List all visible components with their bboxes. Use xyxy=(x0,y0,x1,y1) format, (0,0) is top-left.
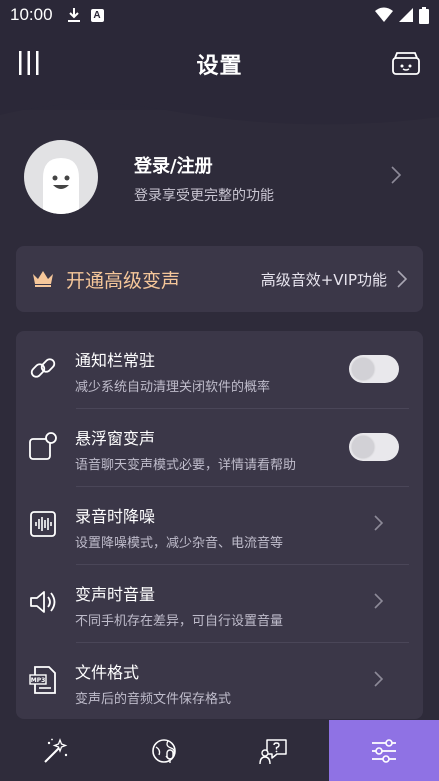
download-icon xyxy=(67,8,80,22)
tab-voice-changer[interactable] xyxy=(110,720,220,781)
setting-subtitle: 变声后的音频文件保存格式 xyxy=(75,692,232,707)
sliders-icon xyxy=(372,738,397,763)
toggle-knob xyxy=(352,436,374,458)
status-bar: 10:00 A xyxy=(0,0,439,30)
chevron-right-icon xyxy=(374,593,383,609)
chevron-right-icon xyxy=(391,166,401,184)
bottom-tab-bar xyxy=(0,720,439,781)
setting-title: 变声时音量 xyxy=(75,585,156,604)
battery-icon xyxy=(419,6,429,24)
mp3-label: MP3 xyxy=(31,677,46,684)
settings-list: 通知栏常驻 减少系统自动清理关闭软件的概率 悬浮窗变声 语音聊天变声模式必要，详… xyxy=(16,331,423,719)
setting-subtitle: 减少系统自动清理关闭软件的概率 xyxy=(75,380,271,395)
tab-settings[interactable] xyxy=(329,720,439,781)
voice-globe-icon xyxy=(151,738,176,763)
signal-icon xyxy=(399,8,413,22)
crown-icon xyxy=(33,271,53,287)
volume-icon xyxy=(30,591,56,613)
header-wave xyxy=(0,95,439,125)
setting-volume[interactable]: 变声时音量 不同手机存在差异，可自行设置音量 xyxy=(16,565,423,643)
setting-file-format[interactable]: MP3 文件格式 变声后的音频文件保存格式 xyxy=(16,643,423,721)
link-icon xyxy=(30,358,56,378)
setting-title: 文件格式 xyxy=(75,663,140,682)
a-badge-icon: A xyxy=(90,8,104,22)
setting-subtitle: 设置降噪模式，减少杂音、电流音等 xyxy=(75,536,284,551)
setting-subtitle: 语音聊天变声模式必要，详情请看帮助 xyxy=(75,458,297,473)
setting-floating-window[interactable]: 悬浮窗变声 语音聊天变声模式必要，详情请看帮助 xyxy=(16,409,423,487)
setting-noise-reduction[interactable]: 录音时降噪 设置降噪模式，减少杂音、电流音等 xyxy=(16,487,423,565)
setting-subtitle: 不同手机存在差异，可自行设置音量 xyxy=(75,614,284,629)
magic-wand-icon xyxy=(44,737,68,763)
box-icon[interactable] xyxy=(391,50,421,78)
avatar[interactable] xyxy=(24,140,98,214)
app-header: 设置 xyxy=(0,40,439,88)
tab-help[interactable] xyxy=(220,720,330,781)
floating-window-toggle[interactable] xyxy=(349,433,399,461)
wifi-icon xyxy=(375,7,393,22)
vip-upgrade-card[interactable]: 开通高级变声 高级音效+VIP功能 xyxy=(16,246,423,312)
notification-toggle[interactable] xyxy=(349,355,399,383)
help-chat-icon xyxy=(259,738,288,764)
mp3-file-icon: MP3 xyxy=(29,666,56,694)
setting-title: 悬浮窗变声 xyxy=(75,429,156,448)
menu-icon[interactable] xyxy=(16,48,42,78)
setting-notification-persistent[interactable]: 通知栏常驻 减少系统自动清理关闭软件的概率 xyxy=(16,331,423,409)
vip-features: 高级音效+VIP功能 xyxy=(260,270,387,289)
ghost-avatar-icon xyxy=(43,158,79,214)
chevron-right-icon xyxy=(374,515,383,531)
status-time: 10:00 xyxy=(10,5,53,24)
setting-title: 录音时降噪 xyxy=(75,507,156,526)
profile-name: 登录/注册 xyxy=(134,156,213,177)
setting-title: 通知栏常驻 xyxy=(75,351,156,370)
tab-voice-effects[interactable] xyxy=(0,720,110,781)
chevron-right-icon xyxy=(397,270,407,288)
chevron-right-icon xyxy=(374,671,383,687)
floating-window-icon xyxy=(29,432,57,460)
page-title: 设置 xyxy=(196,54,243,79)
toggle-knob xyxy=(352,358,374,380)
profile-subtitle: 登录享受更完整的功能 xyxy=(134,188,274,204)
profile-section[interactable]: 登录/注册 登录享受更完整的功能 xyxy=(0,138,439,218)
noise-reduction-icon xyxy=(30,511,56,537)
vip-title: 开通高级变声 xyxy=(66,269,181,292)
